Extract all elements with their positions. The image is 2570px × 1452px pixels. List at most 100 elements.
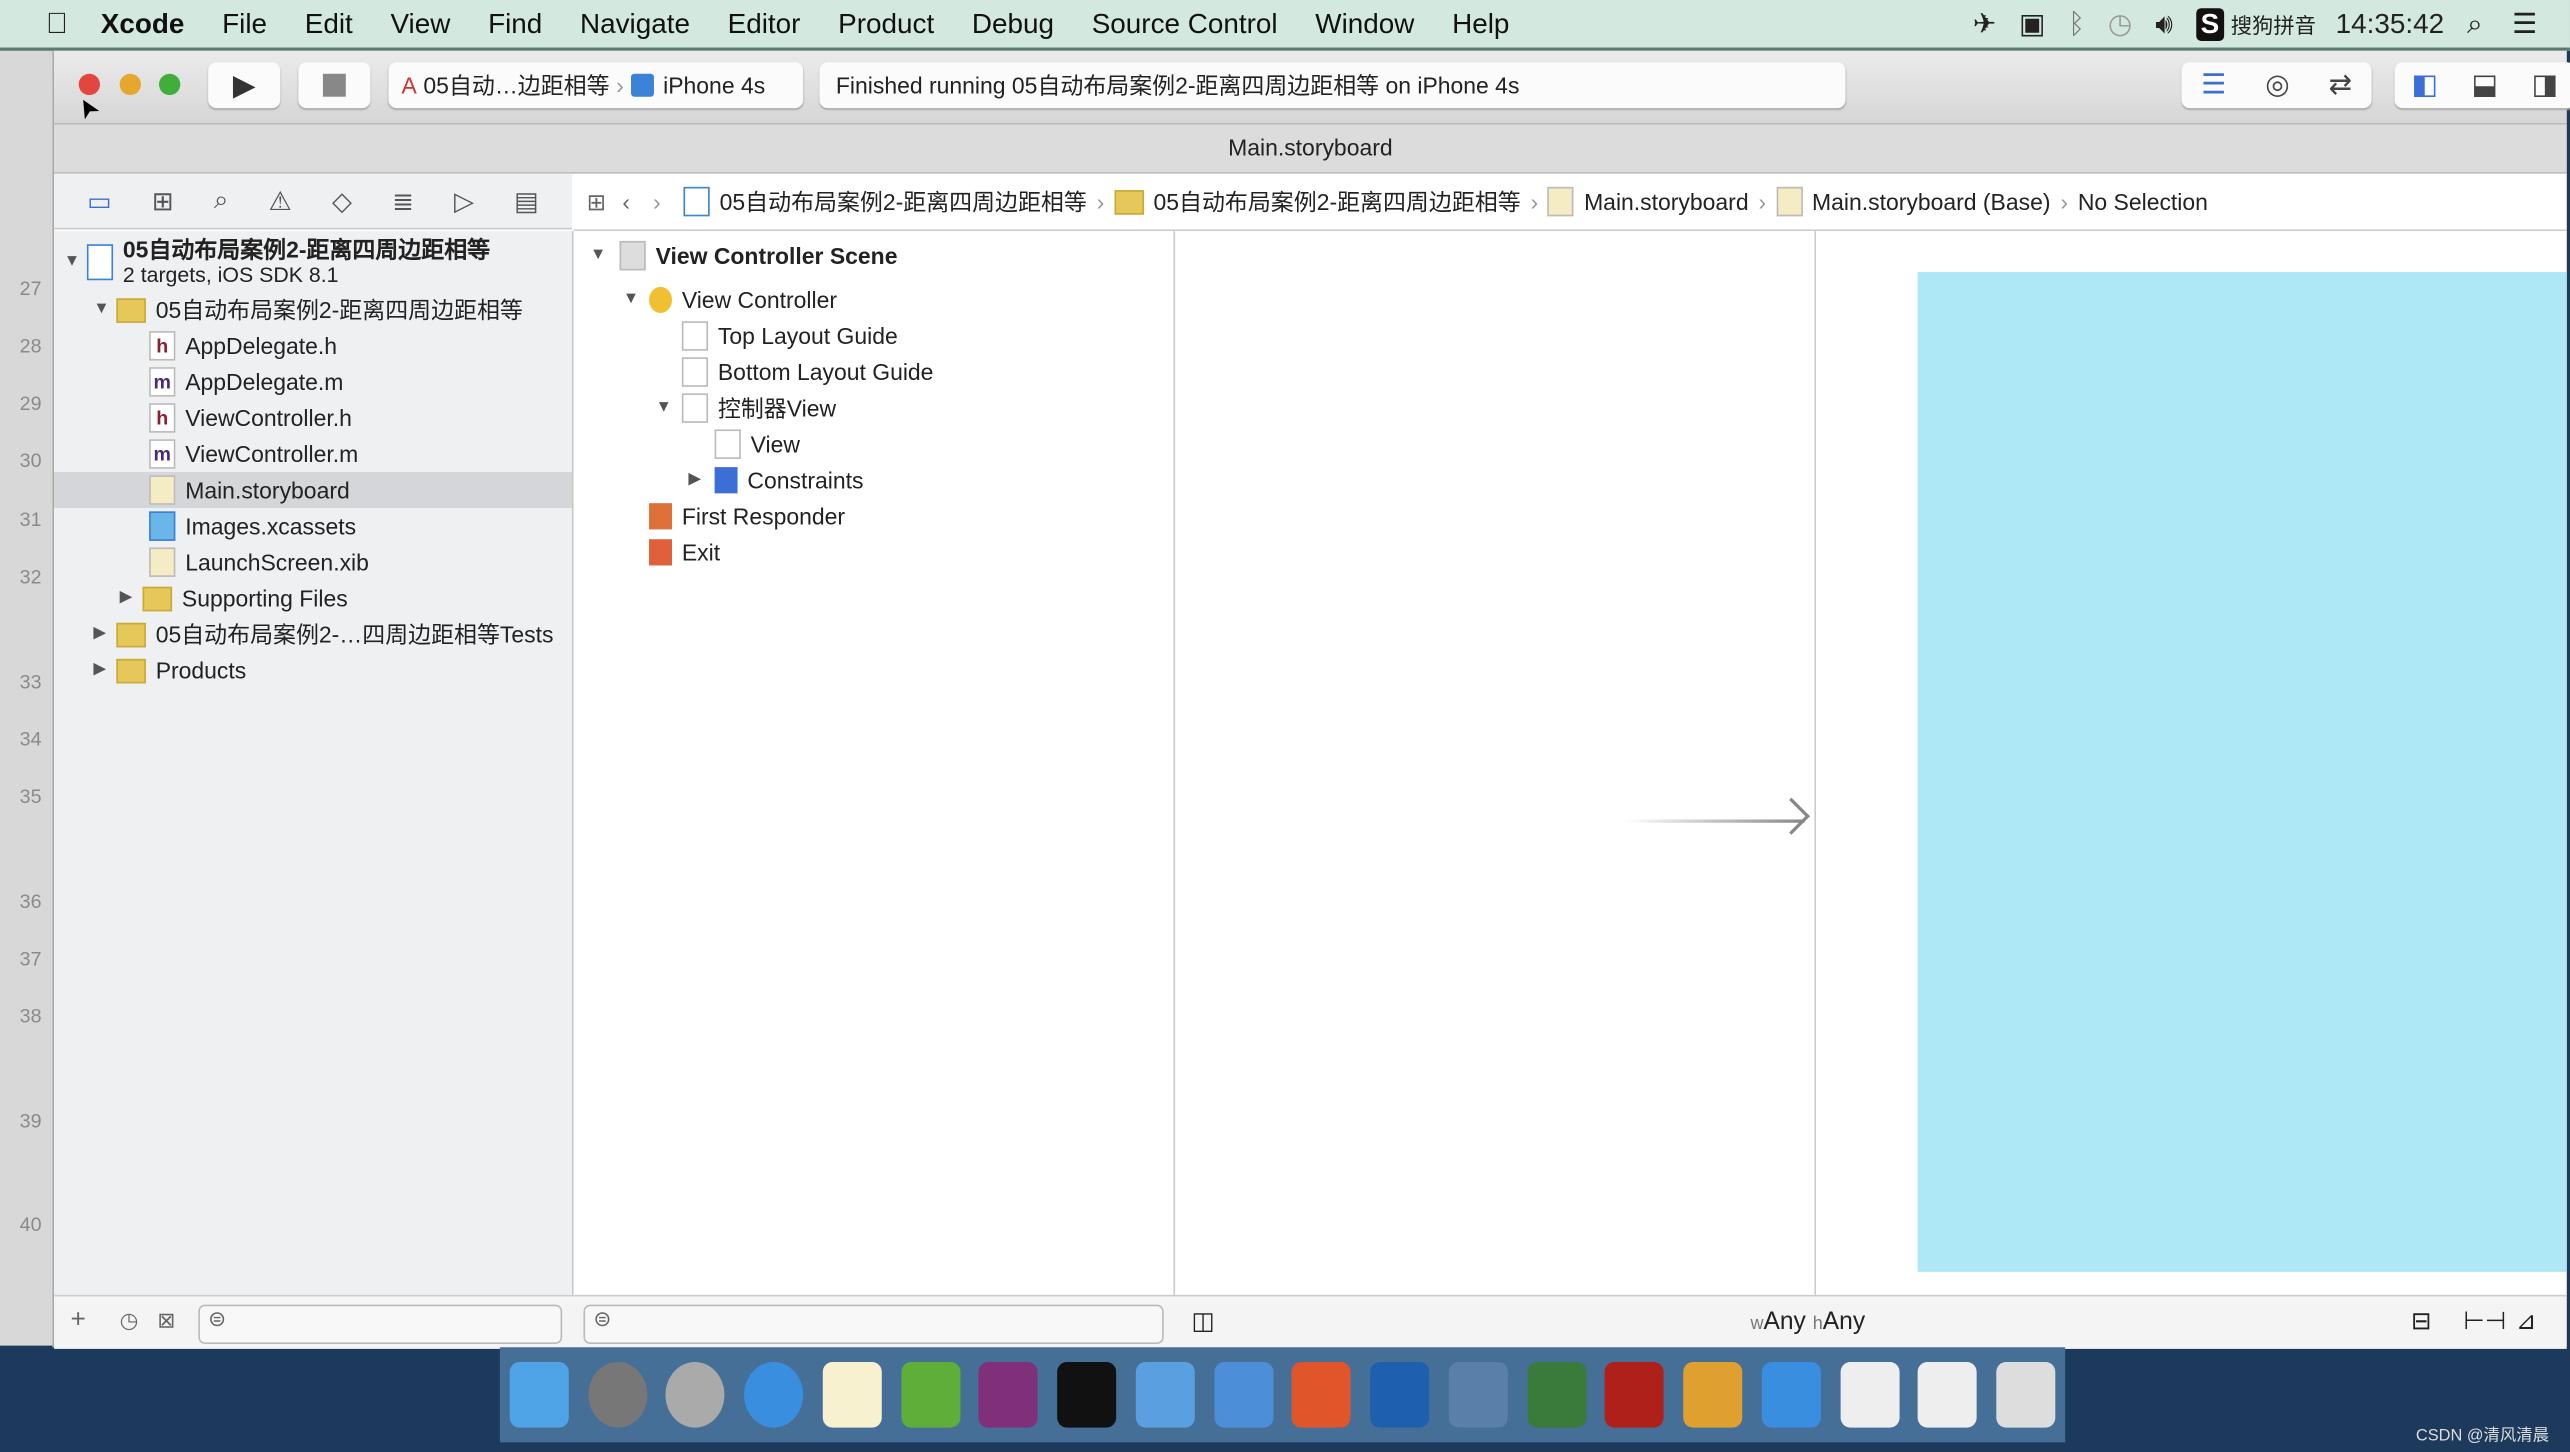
menu-view[interactable]: View bbox=[390, 7, 450, 40]
version-editor-icon[interactable]: ⇄ bbox=[2329, 69, 2352, 102]
stop-button[interactable] bbox=[298, 62, 371, 109]
jumpbar-selection[interactable]: No Selection bbox=[2078, 188, 2208, 214]
resolve-issues-icon[interactable]: ⊿ bbox=[2516, 1306, 2537, 1336]
align-icon[interactable]: ⊟ bbox=[2411, 1306, 2432, 1336]
test-navigator-icon[interactable]: ◇ bbox=[332, 184, 352, 217]
finder-icon[interactable] bbox=[509, 1362, 569, 1428]
utilities-toggle-icon[interactable]: ◨ bbox=[2532, 69, 2558, 102]
size-class-button[interactable]: wAny hAny bbox=[1750, 1308, 1865, 1336]
safari-icon[interactable] bbox=[744, 1362, 804, 1428]
navigator-toggle-icon[interactable]: ◧ bbox=[2411, 69, 2437, 102]
document-app-icon[interactable] bbox=[1839, 1362, 1899, 1428]
controller-view[interactable] bbox=[1917, 272, 2567, 1272]
video-app-icon[interactable] bbox=[1448, 1362, 1508, 1428]
report-navigator-icon[interactable]: ▤ bbox=[514, 184, 539, 217]
disclosure-closed-icon[interactable]: ▶ bbox=[93, 652, 116, 688]
input-method[interactable]: 搜狗拼音 bbox=[2231, 8, 2316, 39]
volume-icon[interactable]: 🔊︎ bbox=[2155, 7, 2173, 40]
outline-item[interactable]: ▼ View Controller Scene bbox=[590, 238, 897, 274]
onenote-icon[interactable] bbox=[979, 1362, 1039, 1428]
standard-editor-icon[interactable]: ☰ bbox=[2201, 69, 2226, 102]
jumpbar-project[interactable]: 05自动布局案例2-距离四周边距相等 bbox=[720, 185, 1087, 218]
nav-item[interactable]: m ViewController.m bbox=[149, 436, 358, 472]
debug-navigator-icon[interactable]: ≣ bbox=[392, 184, 414, 217]
filezilla-icon[interactable] bbox=[1605, 1362, 1665, 1428]
document-app-icon[interactable] bbox=[1918, 1362, 1978, 1428]
scheme-selector[interactable]: A 05自动…边距相等 › iPhone 4s bbox=[388, 62, 804, 109]
nav-item[interactable]: ▶ Products bbox=[93, 652, 246, 688]
sogou-icon[interactable]: S bbox=[2195, 7, 2225, 41]
find-navigator-icon[interactable]: ⌕ bbox=[214, 186, 229, 216]
launchpad-icon[interactable] bbox=[666, 1362, 726, 1428]
pin-icon[interactable]: ⊢⊣ bbox=[2463, 1306, 2506, 1336]
trash-icon[interactable] bbox=[1996, 1362, 2056, 1428]
outline-item[interactable]: Exit bbox=[649, 534, 720, 570]
outline-toggle-icon[interactable]: ◫ bbox=[1192, 1306, 1215, 1336]
menu-navigate[interactable]: Navigate bbox=[580, 7, 690, 40]
nav-item-selected[interactable]: Main.storyboard bbox=[149, 472, 350, 508]
jumpbar-group[interactable]: 05自动布局案例2-距离四周边距相等 bbox=[1153, 185, 1520, 218]
sketch-app-icon[interactable] bbox=[1683, 1362, 1743, 1428]
add-icon[interactable]: + bbox=[70, 1306, 85, 1336]
recent-files-icon[interactable]: ◷ bbox=[120, 1308, 139, 1334]
symbol-navigator-icon[interactable]: ⊞ bbox=[152, 184, 174, 217]
outline-filter-input[interactable]: ⊜ bbox=[583, 1304, 1164, 1344]
forward-icon[interactable]: › bbox=[653, 188, 661, 214]
time-machine-icon[interactable]: ◷ bbox=[2108, 7, 2132, 40]
powerpoint-icon[interactable] bbox=[1292, 1362, 1352, 1428]
menu-source-control[interactable]: Source Control bbox=[1092, 7, 1278, 40]
nav-item[interactable]: h ViewController.h bbox=[149, 400, 352, 436]
outline-item[interactable]: ▼ View Controller bbox=[623, 282, 837, 318]
outline-item[interactable]: View bbox=[714, 426, 800, 462]
system-preferences-icon[interactable] bbox=[587, 1362, 647, 1428]
assistant-editor-icon[interactable]: ◎ bbox=[2265, 69, 2289, 102]
outline-item[interactable]: ▼ 控制器View bbox=[656, 390, 836, 426]
disclosure-open-icon[interactable]: ▼ bbox=[64, 249, 87, 275]
menu-edit[interactable]: Edit bbox=[305, 7, 353, 40]
notes-icon[interactable] bbox=[822, 1362, 882, 1428]
outline-item[interactable]: Top Layout Guide bbox=[681, 318, 898, 354]
related-items-icon[interactable]: ⊞ bbox=[587, 188, 606, 216]
disclosure-open-icon[interactable]: ▼ bbox=[656, 390, 679, 426]
nav-item[interactable]: Images.xcassets bbox=[149, 508, 356, 544]
nav-item[interactable]: LaunchScreen.xib bbox=[149, 544, 369, 580]
clock[interactable]: 14:35:42 bbox=[2336, 7, 2444, 40]
disclosure-closed-icon[interactable]: ▶ bbox=[93, 616, 116, 652]
tab-main-storyboard[interactable]: Main.storyboard bbox=[1228, 134, 1393, 160]
back-icon[interactable]: ‹ bbox=[622, 188, 630, 214]
bluetooth-icon[interactable]: ᛒ bbox=[2068, 7, 2085, 40]
menu-xcode[interactable]: Xcode bbox=[101, 7, 185, 40]
outline-item[interactable]: ▶ Constraints bbox=[688, 462, 863, 498]
screenshot-tool-icon[interactable] bbox=[1370, 1362, 1430, 1428]
nav-item[interactable]: h AppDelegate.h bbox=[149, 328, 337, 364]
menu-find[interactable]: Find bbox=[488, 7, 542, 40]
screen-record-icon[interactable]: ▣ bbox=[2019, 7, 2045, 40]
ftp-app-icon[interactable] bbox=[1526, 1362, 1586, 1428]
disclosure-open-icon[interactable]: ▼ bbox=[93, 292, 116, 328]
outline-item[interactable]: Bottom Layout Guide bbox=[681, 354, 933, 390]
menu-help[interactable]: Help bbox=[1452, 7, 1509, 40]
zoom-button[interactable] bbox=[158, 73, 181, 96]
instruments-icon[interactable] bbox=[1213, 1362, 1273, 1428]
disclosure-closed-icon[interactable]: ▶ bbox=[688, 462, 711, 498]
notification-center-icon[interactable]: ☰ bbox=[2512, 7, 2537, 40]
menu-file[interactable]: File bbox=[222, 7, 267, 40]
project-navigator-icon[interactable]: ▭ bbox=[87, 184, 112, 217]
menu-product[interactable]: Product bbox=[838, 7, 934, 40]
terminal-icon[interactable] bbox=[1057, 1362, 1117, 1428]
spotlight-icon[interactable]: ⌕ bbox=[2467, 7, 2483, 40]
debug-area-toggle-icon[interactable]: ⬓ bbox=[2472, 69, 2498, 102]
apple-icon[interactable]:  bbox=[46, 7, 68, 41]
excel-icon[interactable] bbox=[900, 1362, 960, 1428]
jumpbar-localization[interactable]: Main.storyboard (Base) bbox=[1812, 188, 2051, 214]
run-button[interactable]: ▶ bbox=[208, 62, 281, 109]
word-icon[interactable] bbox=[1761, 1362, 1821, 1428]
nav-item[interactable]: m AppDelegate.m bbox=[149, 364, 343, 400]
nav-item[interactable]: ▶ 05自动布局案例2-…四周边距相等Tests bbox=[93, 616, 553, 652]
issue-navigator-icon[interactable]: ⚠ bbox=[268, 184, 292, 217]
jumpbar-file[interactable]: Main.storyboard bbox=[1584, 188, 1749, 214]
disclosure-closed-icon[interactable]: ▶ bbox=[120, 580, 143, 616]
project-root[interactable]: ▼ 05自动布局案例2-距离四周边距相等 2 targets, iOS SDK 8… bbox=[64, 234, 490, 290]
nav-item[interactable]: ▶ Supporting Files bbox=[120, 580, 348, 616]
nav-item[interactable]: ▼ 05自动布局案例2-距离四周边距相等 bbox=[93, 292, 522, 328]
